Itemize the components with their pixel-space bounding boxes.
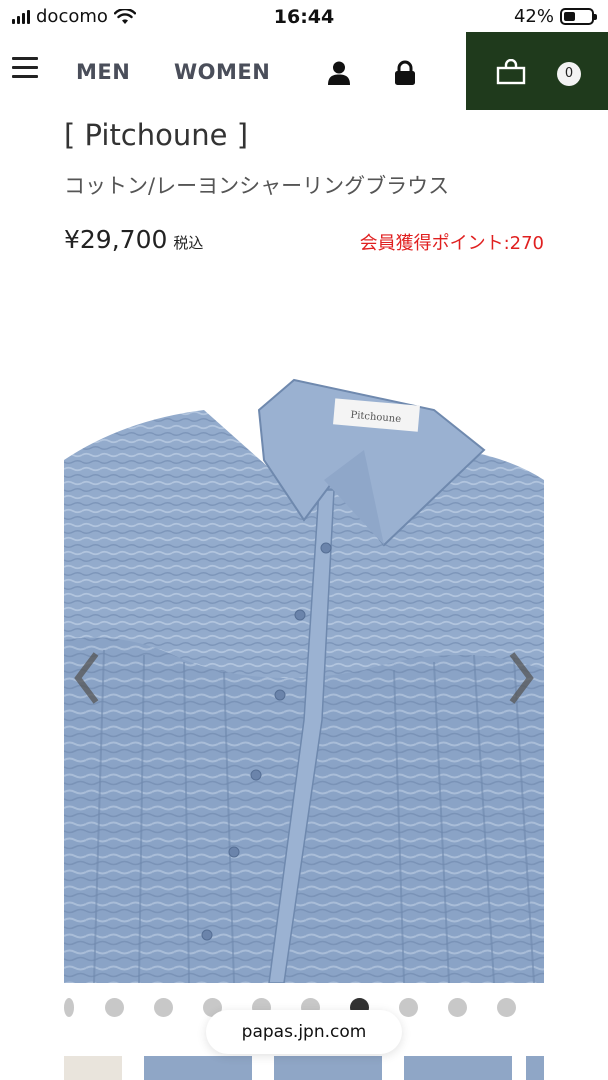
nav-men-link[interactable]: MEN bbox=[76, 60, 130, 84]
chevron-right-icon[interactable] bbox=[504, 648, 538, 708]
carousel-dot[interactable] bbox=[105, 998, 124, 1017]
thumbnail[interactable] bbox=[144, 1056, 252, 1080]
nav-women-link[interactable]: WOMEN bbox=[174, 60, 270, 84]
lock-icon[interactable] bbox=[392, 60, 418, 86]
carousel-dot[interactable] bbox=[64, 998, 74, 1017]
thumbnail[interactable] bbox=[526, 1056, 544, 1080]
carousel-dot[interactable] bbox=[154, 998, 173, 1017]
product-image-gallery[interactable]: Pitchoune bbox=[64, 340, 544, 983]
member-points-label: 会員獲得ポイント:270 bbox=[359, 233, 544, 254]
product-price: ¥29,700 bbox=[64, 225, 168, 254]
battery-percent: 42% bbox=[513, 6, 554, 27]
hamburger-icon[interactable] bbox=[12, 57, 38, 79]
price-row: ¥29,700 税込 会員獲得ポイント:270 bbox=[64, 225, 544, 257]
thumbnail-strip bbox=[64, 1056, 544, 1080]
browser-url-bar[interactable]: papas.jpn.com bbox=[206, 1010, 402, 1054]
carousel-dot[interactable] bbox=[399, 998, 418, 1017]
product-title: コットン/レーヨンシャーリングブラウス bbox=[64, 174, 450, 198]
thumbnail[interactable] bbox=[274, 1056, 382, 1080]
blouse-product-photo: Pitchoune bbox=[64, 340, 544, 983]
carousel-dot[interactable] bbox=[448, 998, 467, 1017]
battery-icon bbox=[560, 8, 597, 25]
status-bar-right: 42% bbox=[513, 6, 597, 27]
cart-button[interactable]: 0 bbox=[466, 32, 608, 110]
thumbnail[interactable] bbox=[404, 1056, 512, 1080]
cart-count-badge: 0 bbox=[557, 62, 581, 86]
tax-label: 税込 bbox=[173, 234, 204, 252]
chevron-left-icon[interactable] bbox=[70, 648, 104, 708]
top-navigation: MEN WOMEN 0 bbox=[0, 32, 608, 110]
brand-name[interactable]: [ Pitchoune ] bbox=[64, 118, 248, 152]
shopping-bag-icon bbox=[496, 59, 526, 85]
user-icon[interactable] bbox=[326, 60, 352, 86]
thumbnail[interactable] bbox=[64, 1056, 122, 1080]
carousel-dot[interactable] bbox=[497, 998, 516, 1017]
status-bar: docomo 16:44 42% bbox=[0, 0, 608, 34]
